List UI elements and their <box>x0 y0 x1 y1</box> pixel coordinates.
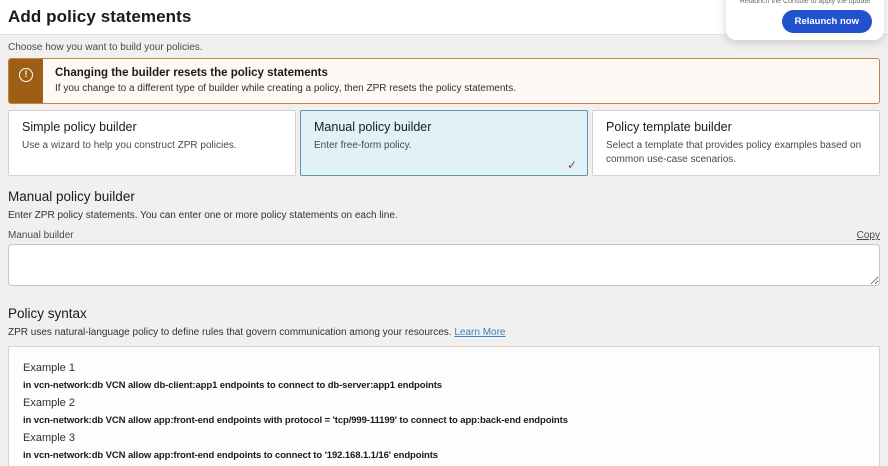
manual-builder-heading: Manual policy builder <box>8 189 880 204</box>
policy-examples-box: Example 1 in vcn-network:db VCN allow db… <box>8 346 880 466</box>
card-description: Enter free-form policy. <box>314 139 574 153</box>
policy-syntax-description: ZPR uses natural-language policy to defi… <box>8 327 880 338</box>
manual-builder-description: Enter ZPR policy statements. You can ent… <box>8 210 880 221</box>
example-label: Example 1 <box>23 362 865 374</box>
warning-banner-accent: ! <box>9 59 43 103</box>
copy-link[interactable]: Copy <box>857 230 880 241</box>
example-code: in vcn-network:db VCN allow app:front-en… <box>23 415 865 426</box>
add-policy-statements-screen: Add policy statements Choose how you wan… <box>0 0 888 466</box>
learn-more-link[interactable]: Learn More <box>454 327 505 338</box>
card-policy-template-builder[interactable]: Policy template builder Select a templat… <box>592 110 880 176</box>
example-label: Example 3 <box>23 432 865 444</box>
main-content: Choose how you want to build your polici… <box>0 35 888 466</box>
manual-builder-field-row: Manual builder Copy <box>8 230 880 241</box>
example-code: in vcn-network:db VCN allow app:front-en… <box>23 450 865 461</box>
example-label: Example 2 <box>23 397 865 409</box>
card-description: Use a wizard to help you construct ZPR p… <box>22 139 282 153</box>
warning-banner-title: Changing the builder resets the policy s… <box>55 67 516 79</box>
relaunch-toast-message: Relaunch the Console to apply the update <box>738 0 872 5</box>
selected-check-icon: ✓ <box>567 158 577 172</box>
warning-icon: ! <box>19 68 33 82</box>
card-title: Policy template builder <box>606 120 866 134</box>
relaunch-toast: Relaunch the Console to apply the update… <box>726 0 884 40</box>
warning-banner-body: Changing the builder resets the policy s… <box>43 59 528 103</box>
manual-builder-textarea[interactable] <box>8 244 880 286</box>
warning-banner-text: If you change to a different type of bui… <box>55 83 516 94</box>
card-description: Select a template that provides policy e… <box>606 139 866 166</box>
policy-syntax-heading: Policy syntax <box>8 306 880 321</box>
card-title: Manual policy builder <box>314 120 574 134</box>
manual-builder-label: Manual builder <box>8 230 74 241</box>
example-code: in vcn-network:db VCN allow db-client:ap… <box>23 380 865 391</box>
builder-cards-row: Simple policy builder Use a wizard to he… <box>8 110 880 176</box>
relaunch-toast-actions: Relaunch now <box>738 10 872 33</box>
warning-banner: ! Changing the builder resets the policy… <box>8 58 880 104</box>
card-title: Simple policy builder <box>22 120 282 134</box>
card-manual-policy-builder[interactable]: Manual policy builder Enter free-form po… <box>300 110 588 176</box>
policy-syntax-description-text: ZPR uses natural-language policy to defi… <box>8 327 452 338</box>
card-simple-policy-builder[interactable]: Simple policy builder Use a wizard to he… <box>8 110 296 176</box>
relaunch-now-button[interactable]: Relaunch now <box>782 10 872 33</box>
